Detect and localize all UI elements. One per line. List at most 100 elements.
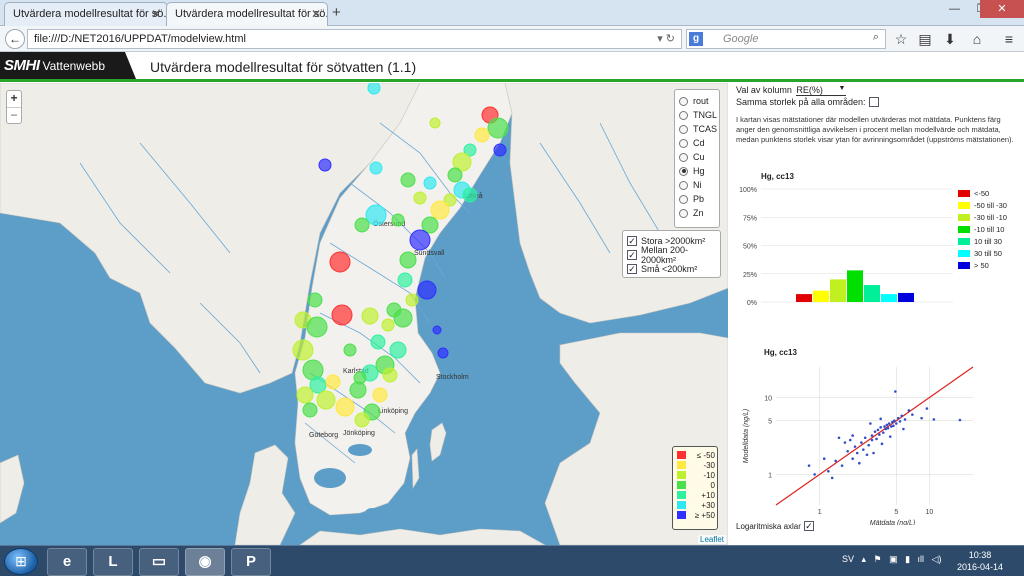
- station-marker[interactable]: [331, 304, 353, 326]
- station-marker[interactable]: [292, 339, 314, 361]
- station-marker[interactable]: [306, 316, 328, 338]
- browser-tab-2[interactable]: Utvärdera modellresultat för sö... ✕: [166, 2, 328, 26]
- radio-button[interactable]: [679, 138, 688, 148]
- bookmark-star-icon[interactable]: ☆: [892, 30, 910, 48]
- station-marker[interactable]: [474, 127, 490, 143]
- parameter-option-ni[interactable]: Ni: [679, 178, 719, 192]
- station-marker[interactable]: [329, 251, 351, 273]
- parameter-option-rout[interactable]: rout: [679, 94, 719, 108]
- station-marker[interactable]: [370, 334, 386, 350]
- station-marker[interactable]: [413, 191, 427, 205]
- search-bar[interactable]: g Google ⌕: [686, 29, 886, 49]
- parameter-option-pb[interactable]: Pb: [679, 192, 719, 206]
- parameter-option-tngl[interactable]: TNGL: [679, 108, 719, 122]
- radio-button[interactable]: [679, 124, 688, 134]
- reading-list-icon[interactable]: ▤: [916, 30, 934, 48]
- back-button[interactable]: ←: [5, 29, 25, 49]
- download-icon[interactable]: ⬇: [941, 30, 959, 48]
- log-axes-checkbox[interactable]: ✓: [803, 521, 814, 531]
- station-marker[interactable]: [382, 367, 398, 383]
- explorer-folder-icon[interactable]: ▭: [139, 548, 179, 576]
- radio-button[interactable]: [679, 208, 688, 218]
- station-marker[interactable]: [389, 341, 407, 359]
- parameter-option-cd[interactable]: Cd: [679, 136, 719, 150]
- station-marker[interactable]: [399, 251, 417, 269]
- station-marker[interactable]: [316, 390, 336, 410]
- parameter-option-cu[interactable]: Cu: [679, 150, 719, 164]
- smhi-logo[interactable]: SMHI Vattenwebb: [0, 52, 136, 79]
- zoom-in-button[interactable]: +: [7, 91, 21, 107]
- ie-icon[interactable]: e: [47, 548, 87, 576]
- station-marker[interactable]: [307, 292, 323, 308]
- station-marker[interactable]: [365, 204, 387, 226]
- station-marker[interactable]: [369, 161, 383, 175]
- parameter-option-zn[interactable]: Zn: [679, 206, 719, 220]
- column-select[interactable]: RE(%) ▼: [796, 85, 847, 96]
- powerpoint-icon[interactable]: P: [231, 548, 271, 576]
- station-marker[interactable]: [349, 381, 367, 399]
- minimize-button[interactable]: —: [941, 0, 968, 18]
- station-marker[interactable]: [437, 347, 449, 359]
- station-marker[interactable]: [318, 158, 332, 172]
- station-marker[interactable]: [391, 213, 405, 227]
- station-marker[interactable]: [296, 386, 314, 404]
- station-marker[interactable]: [361, 307, 379, 325]
- station-marker[interactable]: [325, 374, 341, 390]
- station-marker[interactable]: [354, 217, 370, 233]
- lync-icon[interactable]: L: [93, 548, 133, 576]
- station-marker[interactable]: [343, 343, 357, 357]
- station-marker[interactable]: [386, 302, 402, 318]
- station-marker[interactable]: [397, 272, 413, 288]
- leaflet-attribution[interactable]: Leaflet: [698, 535, 727, 544]
- station-marker[interactable]: [487, 117, 509, 139]
- zoom-out-button[interactable]: −: [7, 107, 21, 123]
- station-marker[interactable]: [462, 187, 478, 203]
- parameter-option-hg[interactable]: Hg: [679, 164, 719, 178]
- radio-button[interactable]: [679, 110, 688, 120]
- reload-icon[interactable]: ▾ ↻: [657, 32, 675, 45]
- radio-button[interactable]: [679, 180, 688, 190]
- station-marker[interactable]: [417, 280, 437, 300]
- close-window-button[interactable]: ✕: [980, 0, 1024, 18]
- station-marker[interactable]: [367, 83, 381, 95]
- same-size-checkbox[interactable]: [868, 97, 879, 107]
- station-marker[interactable]: [335, 397, 355, 417]
- google-icon[interactable]: g: [689, 32, 703, 46]
- map-view[interactable]: Östersund Sundsvall Karlstad Stockholm L…: [0, 83, 728, 545]
- address-bar[interactable]: file:///D:/NET2016/UPPDAT/modelview.html…: [27, 29, 682, 49]
- station-marker[interactable]: [381, 318, 395, 332]
- station-marker[interactable]: [405, 293, 419, 307]
- browser-tab-1[interactable]: Utvärdera modellresultat för sö... ✕: [4, 2, 168, 26]
- size-filter-checkbox[interactable]: ✓: [627, 264, 637, 274]
- station-marker[interactable]: [432, 325, 442, 335]
- station-marker[interactable]: [430, 200, 450, 220]
- menu-icon[interactable]: ≡: [1000, 30, 1018, 48]
- search-icon[interactable]: ⌕: [873, 31, 879, 44]
- map-canvas[interactable]: Östersund Sundsvall Karlstad Stockholm L…: [0, 83, 728, 545]
- station-marker[interactable]: [429, 117, 441, 129]
- radio-button[interactable]: [679, 96, 688, 106]
- size-filter-checkbox[interactable]: ✓: [627, 236, 637, 246]
- close-tab-icon[interactable]: ✕: [311, 7, 321, 21]
- size-filter-checkbox[interactable]: ✓: [627, 250, 637, 260]
- parameter-option-tcas[interactable]: TCAS: [679, 122, 719, 136]
- station-marker[interactable]: [400, 172, 416, 188]
- station-marker[interactable]: [354, 412, 370, 428]
- station-marker[interactable]: [353, 371, 367, 385]
- new-tab-button[interactable]: +: [332, 4, 341, 21]
- home-icon[interactable]: ⌂: [968, 30, 986, 48]
- radio-button[interactable]: [679, 166, 688, 176]
- station-marker[interactable]: [372, 387, 388, 403]
- clock[interactable]: 10:38 2016-04-14: [950, 549, 1010, 573]
- close-tab-icon[interactable]: ✕: [151, 7, 161, 21]
- station-marker[interactable]: [447, 167, 463, 183]
- size-filter-option[interactable]: ✓ Mellan 200-2000km²: [627, 245, 720, 265]
- radio-button[interactable]: [679, 152, 688, 162]
- firefox-icon[interactable]: ◉: [185, 548, 225, 576]
- station-marker[interactable]: [409, 229, 431, 251]
- radio-button[interactable]: [679, 194, 688, 204]
- station-marker[interactable]: [423, 176, 437, 190]
- station-marker[interactable]: [493, 143, 507, 157]
- start-button[interactable]: ⊞: [4, 548, 38, 575]
- station-marker[interactable]: [302, 402, 318, 418]
